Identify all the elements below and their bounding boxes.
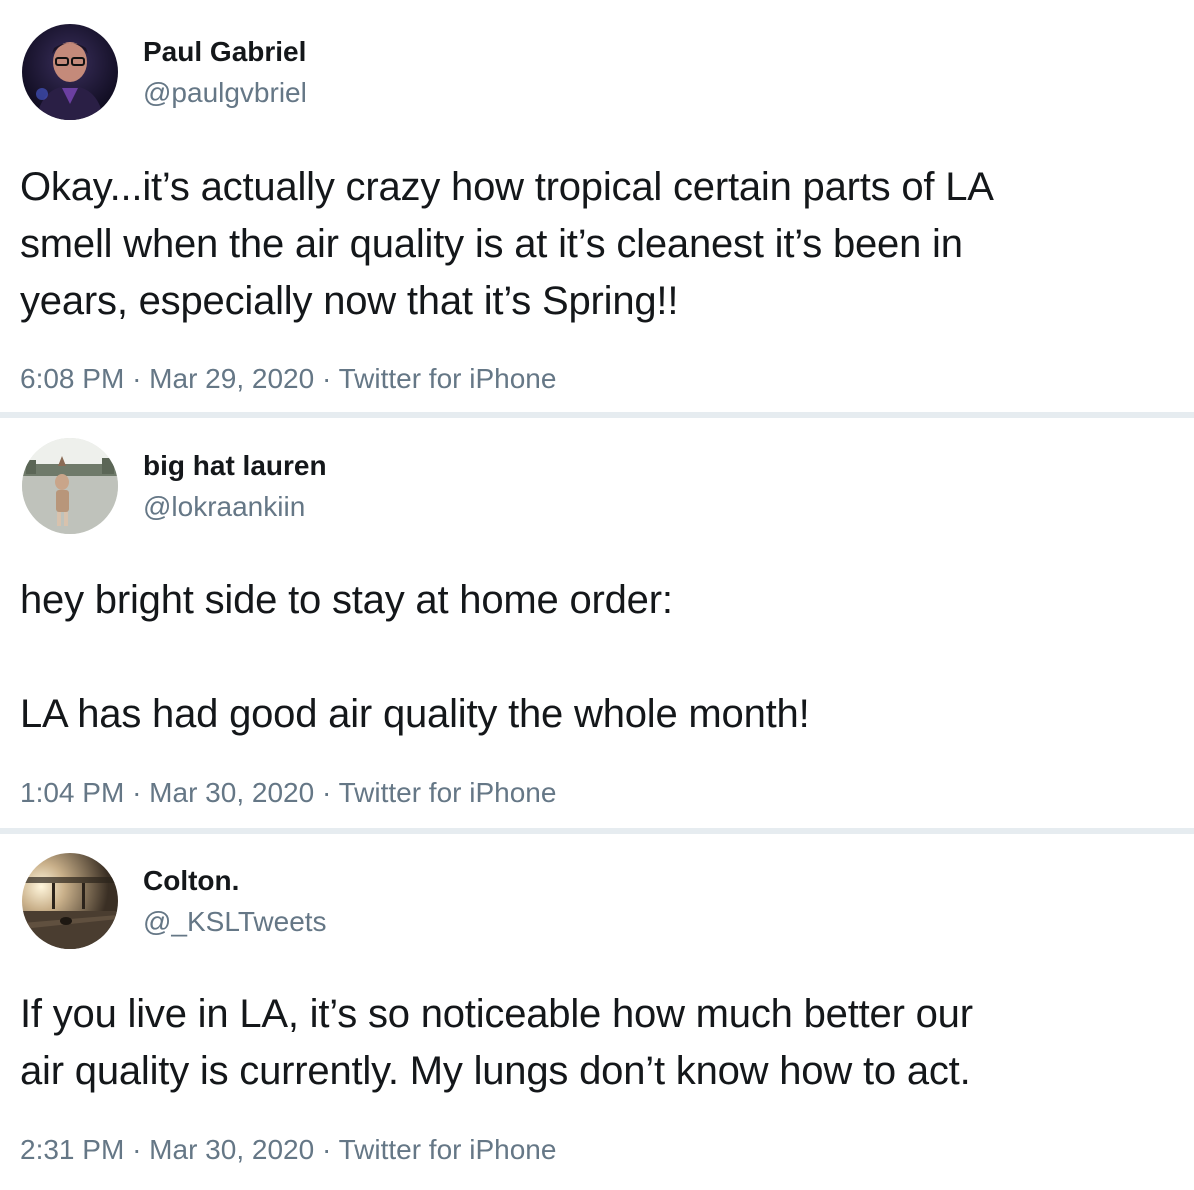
tweet-meta: 6:08 PM · Mar 29, 2020 · Twitter for iPh… [20, 362, 556, 396]
meta-dot: · [132, 777, 142, 808]
author-name[interactable]: Colton. [143, 864, 239, 898]
tweet-meta: 1:04 PM · Mar 30, 2020 · Twitter for iPh… [20, 776, 556, 810]
tweet-time[interactable]: 1:04 PM [20, 777, 124, 808]
tweet-date[interactable]: Mar 30, 2020 [149, 1134, 314, 1165]
tweet-text-line: air quality is currently. My lungs don’t… [20, 1049, 971, 1093]
tweet-text-line: hey bright side to stay at home order: [20, 578, 673, 622]
avatar-photo-icon [22, 438, 118, 534]
author-name[interactable]: Paul Gabriel [143, 35, 306, 69]
avatar[interactable] [22, 438, 118, 534]
tweet-source[interactable]: Twitter for iPhone [339, 777, 557, 808]
author-handle[interactable]: @lokraankiin [143, 490, 305, 524]
tweet-source[interactable]: Twitter for iPhone [339, 1134, 557, 1165]
tweet-text-line: years, especially now that it’s Spring!! [20, 279, 679, 323]
meta-dot: · [321, 1134, 332, 1165]
meta-dot: · [321, 363, 332, 394]
tweet-text-line: LA has had good air quality the whole mo… [20, 692, 810, 736]
meta-dot: · [132, 1134, 142, 1165]
tweet-text-line: Okay...it’s actually crazy how tropical … [20, 165, 994, 209]
separator [0, 412, 1194, 418]
author-handle[interactable]: @_KSLTweets [143, 905, 327, 939]
separator [0, 828, 1194, 834]
avatar-photo-icon [22, 24, 118, 120]
meta-dot: · [132, 363, 142, 394]
tweet-time[interactable]: 2:31 PM [20, 1134, 124, 1165]
tweet-text: hey bright side to stay at home order: L… [20, 572, 1180, 743]
author-handle[interactable]: @paulgvbriel [143, 76, 307, 110]
tweet-source[interactable]: Twitter for iPhone [339, 363, 557, 394]
avatar[interactable] [22, 853, 118, 949]
tweet-text-line: smell when the air quality is at it’s cl… [20, 222, 963, 266]
tweet-time[interactable]: 6:08 PM [20, 363, 124, 394]
meta-dot: · [321, 777, 332, 808]
tweet-date[interactable]: Mar 30, 2020 [149, 777, 314, 808]
tweet-meta: 2:31 PM · Mar 30, 2020 · Twitter for iPh… [20, 1133, 556, 1167]
tweet-text-line [20, 629, 1180, 686]
author-name[interactable]: big hat lauren [143, 449, 327, 483]
tweet-text: If you live in LA, it’s so noticeable ho… [20, 986, 1180, 1100]
tweet-text: Okay...it’s actually crazy how tropical … [20, 159, 1180, 330]
tweet-date[interactable]: Mar 29, 2020 [149, 363, 314, 394]
tweet-text-line: If you live in LA, it’s so noticeable ho… [20, 992, 973, 1036]
avatar[interactable] [22, 24, 118, 120]
avatar-photo-icon [22, 853, 118, 949]
